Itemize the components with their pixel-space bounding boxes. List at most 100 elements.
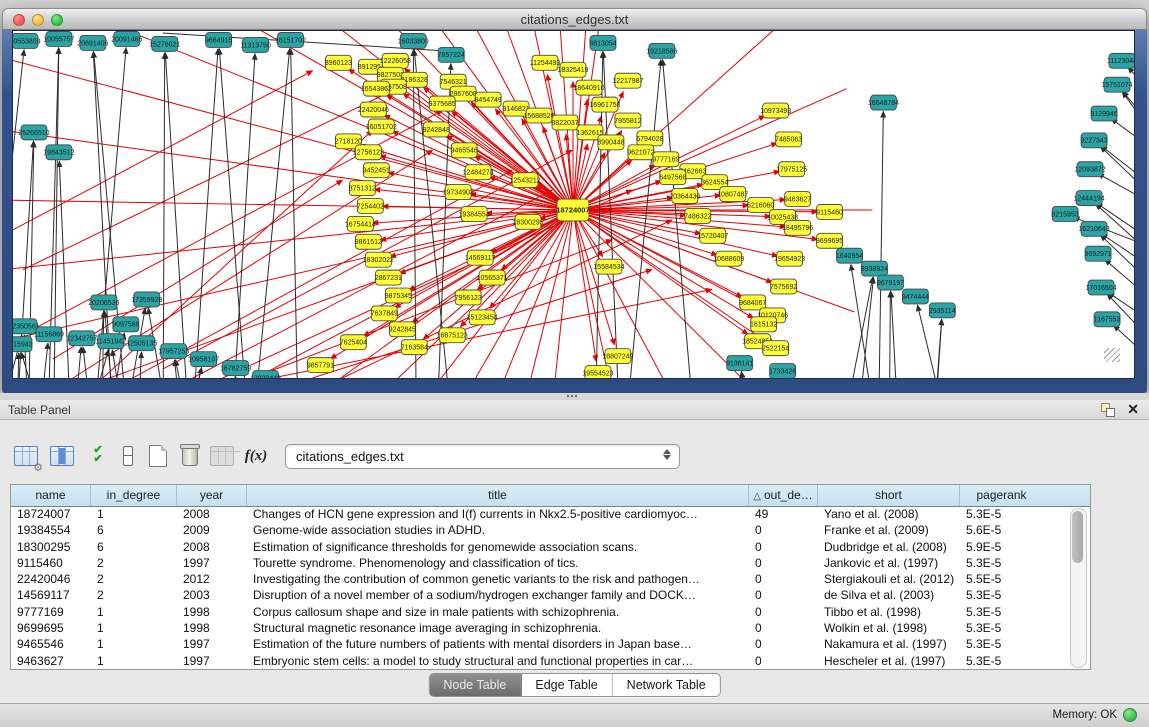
show-columns-button[interactable] — [48, 442, 76, 470]
dropdown-arrows-icon — [663, 449, 671, 460]
table-cell: Embryonic stem cells: a model to study s… — [247, 653, 749, 669]
graph-node-label: 18495796 — [782, 225, 813, 232]
table-row[interactable]: 946362711997Embryonic stem cells: a mode… — [11, 653, 1090, 669]
graph-node-label: 10688609 — [713, 256, 744, 263]
table-cell: Genome-wide association studies in ADHD. — [247, 522, 749, 538]
table-toolbar: ⚙ ✔✔ f(x) citations_edges.txt — [0, 420, 1149, 482]
status-bar: Memory: OK — [0, 703, 1149, 727]
table-cell: 1 — [91, 506, 177, 522]
graph-node-label: 9861512 — [355, 239, 382, 246]
table-cell: 22420046 — [11, 571, 91, 587]
graph-node-label: 14569117 — [465, 255, 496, 262]
column-header-out-degree[interactable]: △out_de… — [749, 485, 818, 506]
column-header-pagerank[interactable]: pagerank — [960, 485, 1043, 506]
table-cell: 49 — [749, 506, 818, 522]
table-row[interactable]: 2242004622012Investigating the contribut… — [11, 571, 1090, 587]
table-cell: 1 — [91, 604, 177, 620]
graph-node-label: 3624554 — [701, 180, 728, 187]
graph-node-label: 18325419 — [557, 67, 588, 74]
table-selector-dropdown[interactable]: citations_edges.txt — [285, 444, 680, 469]
graph-node-label: 12505135 — [126, 341, 157, 348]
table-cell: 2 — [91, 571, 177, 587]
table-cell: 1 — [91, 636, 177, 652]
column-header-title[interactable]: title — [247, 485, 749, 506]
table-row[interactable]: 969969511998Structural magnetic resonanc… — [11, 620, 1090, 636]
tab-edge-table[interactable]: Edge Table — [521, 674, 612, 696]
delete-column-button[interactable] — [176, 442, 204, 470]
table-row[interactable]: 1456911722003Disruption of a novel membe… — [11, 587, 1090, 603]
graph-node-label: 16754414 — [345, 221, 376, 228]
row-height-button[interactable] — [114, 442, 142, 470]
scrollbar-thumb[interactable] — [1072, 511, 1083, 563]
graph-node-label: 7637849 — [371, 311, 398, 318]
table-cell: 1997 — [177, 555, 247, 571]
table-panel: Table Panel ✕ ⚙ ✔✔ f(x) citations_edges.… — [0, 400, 1149, 703]
panel-splitter[interactable] — [0, 393, 1149, 400]
table-cell: 9777169 — [11, 604, 91, 620]
tab-network-table[interactable]: Network Table — [613, 674, 720, 696]
network-canvas[interactable]: 1055380910055757206914062009148615276021… — [13, 31, 1134, 378]
column-header-year[interactable]: year — [177, 485, 247, 506]
graph-node-label: 9242848 — [423, 127, 450, 134]
graph-node-label: 6794028 — [636, 136, 663, 143]
memory-status-label: Memory: OK — [1052, 709, 1117, 721]
graph-node-label: 7625404 — [340, 340, 367, 347]
graph-node-label: 9875345 — [385, 293, 412, 300]
column-header-in-degree[interactable]: in_degree — [91, 485, 177, 506]
table-tabs: Node Table Edge Table Network Table — [428, 673, 720, 697]
table-cell: 14569117 — [11, 587, 91, 603]
table-row[interactable]: 911546021997Tourette syndrome. Phenomeno… — [11, 555, 1090, 571]
graph-node-label: 2867231 — [375, 275, 402, 282]
table-cell: Wolkin et al. (1998) — [818, 620, 960, 636]
table-cell: 1997 — [177, 636, 247, 652]
graph-node-label: 16051702 — [366, 124, 397, 131]
graph-node-label: 16875123 — [437, 333, 468, 340]
table-cell: 5.3E-5 — [960, 636, 1043, 652]
table-row[interactable]: 1830029562008Estimation of significance … — [11, 539, 1090, 555]
graph-node-label: 12342757 — [66, 336, 97, 343]
close-panel-icon[interactable]: ✕ — [1127, 401, 1139, 418]
table-row[interactable]: 1938455462009Genome-wide association stu… — [11, 522, 1090, 538]
table-cell: Tibbo et al. (1998) — [818, 604, 960, 620]
graph-node-label: 19734903 — [443, 189, 474, 196]
table-row[interactable]: 1872400712008Changes of HCN gene express… — [11, 506, 1090, 522]
column-header-name[interactable]: name — [11, 485, 91, 506]
graph-node-label: 20364436 — [669, 193, 700, 200]
table-mode-button[interactable]: ⚙ — [12, 442, 40, 470]
sort-ascending-icon: △ — [753, 491, 761, 502]
graph-node-label: 16782759 — [220, 365, 251, 372]
table-cell: de Silva et al. (2003) — [818, 587, 960, 603]
table-cell: 5.3E-5 — [960, 653, 1043, 669]
table-row[interactable]: 946554611997Estimation of the future num… — [11, 636, 1090, 652]
graph-node-label: 8215953 — [1052, 211, 1079, 218]
memory-status-icon[interactable] — [1123, 708, 1137, 722]
table-row[interactable]: 977716911998Corpus callosum shape and si… — [11, 604, 1090, 620]
graph-node-label: 8960123 — [325, 60, 352, 67]
table-cell: 0 — [749, 620, 818, 636]
graph-node-label: 10055757 — [43, 36, 74, 43]
tab-node-table[interactable]: Node Table — [429, 674, 521, 696]
table-cell: 1997 — [177, 653, 247, 669]
function-builder-button[interactable]: f(x) — [242, 442, 270, 470]
graph-node-label: 15276021 — [149, 41, 180, 48]
column-header-short[interactable]: short — [818, 485, 960, 506]
window-titlebar[interactable]: citations_edges.txt — [2, 8, 1147, 30]
table-cell: 1998 — [177, 620, 247, 636]
graph-node-label: 16961758 — [589, 102, 620, 109]
delete-table-button[interactable] — [208, 442, 236, 470]
vertical-scrollbar[interactable] — [1070, 508, 1087, 668]
create-column-button[interactable] — [144, 442, 172, 470]
table-cell: 2009 — [177, 522, 247, 538]
graph-node-label: 12756123 — [353, 150, 384, 157]
graph-node-label: 9474444 — [902, 294, 929, 301]
graph-node-label: 16033809 — [398, 38, 429, 45]
resize-grip-icon[interactable] — [1104, 348, 1120, 362]
float-window-icon[interactable] — [1101, 403, 1115, 416]
table-cell: Stergiakouli et al. (2012) — [818, 571, 960, 587]
graph-node-label: 20691406 — [77, 40, 108, 47]
select-rows-button[interactable]: ✔✔ — [84, 442, 112, 470]
table-cell: 5.3E-5 — [960, 555, 1043, 571]
graph-node-label: 9136141 — [726, 360, 753, 367]
graph-node-label: 2522154 — [762, 346, 789, 353]
graph-node-label: 9684067 — [739, 300, 766, 307]
